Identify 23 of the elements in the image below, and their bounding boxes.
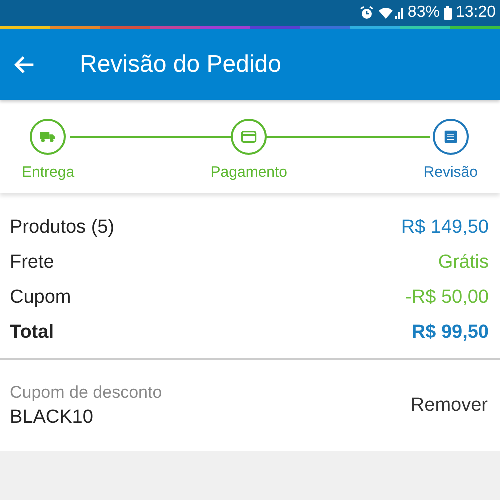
step-item[interactable]: Entrega	[22, 100, 75, 193]
page-title: Revisão do Pedido	[80, 50, 282, 78]
truck-icon	[40, 130, 56, 144]
step-item[interactable]: Pagamento	[210, 100, 288, 193]
summary-label: Produtos (5)	[10, 217, 115, 239]
summary-value: R$ 99,50	[412, 322, 489, 344]
summary-label: Total	[10, 322, 54, 344]
coupon-label: Cupom de desconto	[10, 382, 162, 402]
alarm-clock-icon	[360, 6, 374, 20]
battery-icon	[444, 6, 452, 20]
step-item[interactable]: Revisão	[424, 100, 478, 193]
signal-icon	[378, 6, 404, 20]
battery-percent: 83%	[408, 4, 440, 22]
summary-value: Grátis	[438, 252, 489, 274]
summary-value: -R$ 50,00	[406, 287, 489, 309]
credit-card-icon	[241, 130, 258, 144]
summary-value: R$ 149,50	[401, 217, 489, 239]
coupon-code: BLACK10	[10, 406, 94, 428]
clock-time: 13:20	[456, 4, 496, 22]
summary-label: Cupom	[10, 287, 72, 309]
summary-label: Frete	[10, 252, 54, 274]
remove-button[interactable]: Remover	[410, 394, 488, 416]
document-icon	[442, 130, 459, 144]
